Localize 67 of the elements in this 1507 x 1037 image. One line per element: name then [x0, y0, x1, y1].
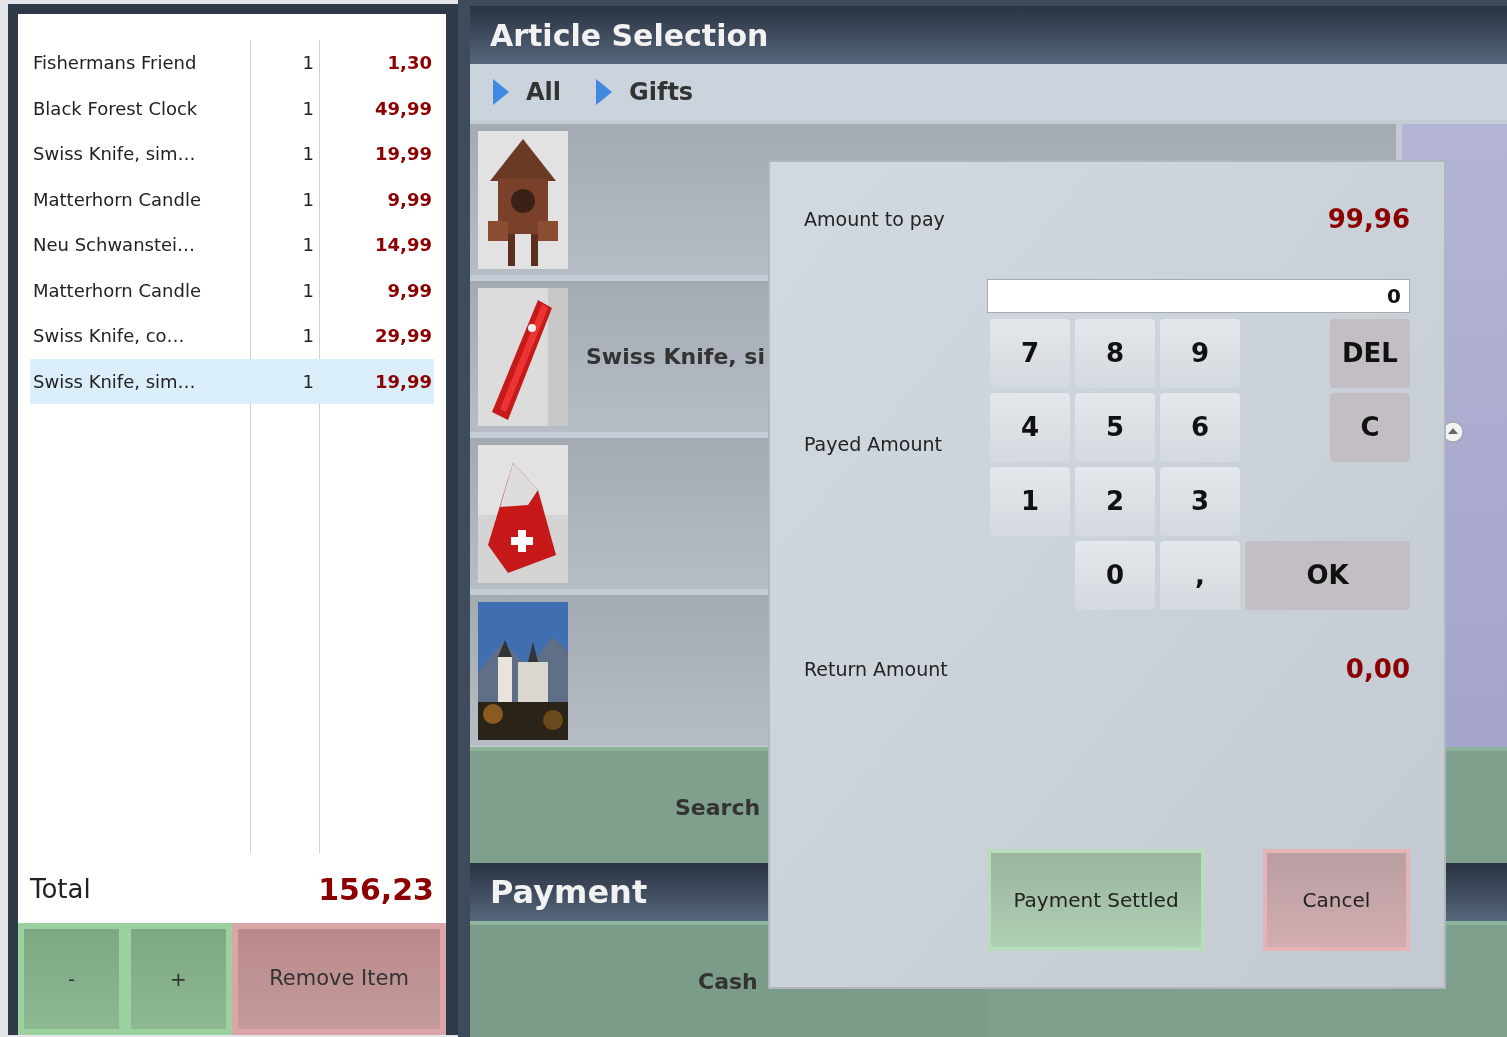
- item-quantity: 1: [301, 96, 314, 121]
- item-name: Fishermans Friend: [32, 51, 198, 76]
- keypad-key[interactable]: C: [1330, 393, 1410, 462]
- item-name: Neu Schwanstei…: [32, 233, 197, 258]
- item-quantity: 1: [301, 142, 314, 167]
- cart-row[interactable]: Swiss Knife, sim… 1 19,99: [30, 131, 434, 177]
- keypad-key[interactable]: 4: [990, 393, 1070, 462]
- item-price: 29,99: [374, 324, 433, 349]
- item-quantity: 1: [301, 51, 314, 76]
- cart-row[interactable]: Neu Schwanstei… 1 14,99: [30, 222, 434, 268]
- item-quantity: 1: [301, 187, 314, 212]
- article-name: Swiss Knife, si: [586, 343, 765, 371]
- keypad-key[interactable]: 9: [1160, 319, 1240, 388]
- item-name: Swiss Knife, sim…: [32, 142, 197, 167]
- payment-settled-button[interactable]: Payment Settled: [987, 849, 1205, 951]
- item-name: Swiss Knife, sim…: [32, 369, 197, 394]
- section-title: Payment: [490, 872, 648, 913]
- payed-amount-field[interactable]: 0: [987, 279, 1410, 313]
- keypad-key[interactable]: 7: [990, 319, 1070, 388]
- section-title: Article Selection: [490, 16, 769, 55]
- remove-item-button[interactable]: Remove Item: [232, 923, 446, 1035]
- total-amount: 156,23: [318, 870, 434, 909]
- item-name: Swiss Knife, co…: [32, 324, 186, 349]
- keypad-key[interactable]: 2: [1075, 467, 1155, 536]
- item-price: 14,99: [374, 233, 433, 258]
- payed-amount-label: Payed Amount: [804, 432, 942, 458]
- cart-row[interactable]: Swiss Knife, sim… 1 19,99: [30, 358, 434, 404]
- item-price: 19,99: [374, 142, 433, 167]
- item-name: Black Forest Clock: [32, 96, 199, 121]
- total-label: Total: [30, 872, 91, 906]
- keypad-key[interactable]: 5: [1075, 393, 1155, 462]
- item-price: 1,30: [386, 51, 433, 76]
- cart-row[interactable]: Matterhorn Candle 1 9,99: [30, 267, 434, 313]
- cart-row[interactable]: Matterhorn Candle 1 9,99: [30, 176, 434, 222]
- item-price: 19,99: [374, 369, 433, 394]
- category-tab[interactable]: Gifts: [595, 74, 694, 110]
- cancel-button[interactable]: Cancel: [1263, 849, 1410, 951]
- quantity-button[interactable]: -: [18, 923, 125, 1035]
- amount-to-pay-label: Amount to pay: [804, 207, 945, 233]
- triangle-icon: [595, 78, 614, 106]
- amount-to-pay: 99,96: [1327, 203, 1410, 236]
- cart-row[interactable]: Swiss Knife, co… 1 29,99: [30, 313, 434, 359]
- search-button[interactable]: Search: [675, 790, 761, 824]
- item-price: 49,99: [374, 96, 433, 121]
- keypad-key[interactable]: 0: [1075, 541, 1155, 610]
- keypad-key[interactable]: OK: [1245, 541, 1410, 610]
- cart-row[interactable]: Black Forest Clock 1 49,99: [30, 85, 434, 131]
- item-name: Matterhorn Candle: [32, 278, 202, 303]
- keypad-key[interactable]: 1: [990, 467, 1070, 536]
- keypad-key[interactable]: 6: [1160, 393, 1240, 462]
- item-price: 9,99: [386, 278, 433, 303]
- return-amount-label: Return Amount: [804, 657, 948, 683]
- quantity-button[interactable]: +: [125, 923, 232, 1035]
- cart-row[interactable]: Fishermans Friend 1 1,30: [30, 40, 434, 86]
- triangle-icon: [492, 78, 510, 106]
- item-quantity: 1: [301, 369, 314, 394]
- item-quantity: 1: [301, 233, 314, 258]
- keypad-key[interactable]: ,: [1160, 541, 1240, 610]
- keypad-key[interactable]: 8: [1075, 319, 1155, 388]
- item-name: Matterhorn Candle: [32, 187, 202, 212]
- item-quantity: 1: [301, 324, 314, 349]
- category-tab[interactable]: All: [492, 74, 562, 110]
- keypad-key[interactable]: DEL: [1330, 319, 1410, 388]
- keypad-key[interactable]: 3: [1160, 467, 1240, 536]
- item-price: 9,99: [386, 187, 433, 212]
- item-quantity: 1: [301, 278, 314, 303]
- return-amount: 0,00: [1345, 653, 1410, 686]
